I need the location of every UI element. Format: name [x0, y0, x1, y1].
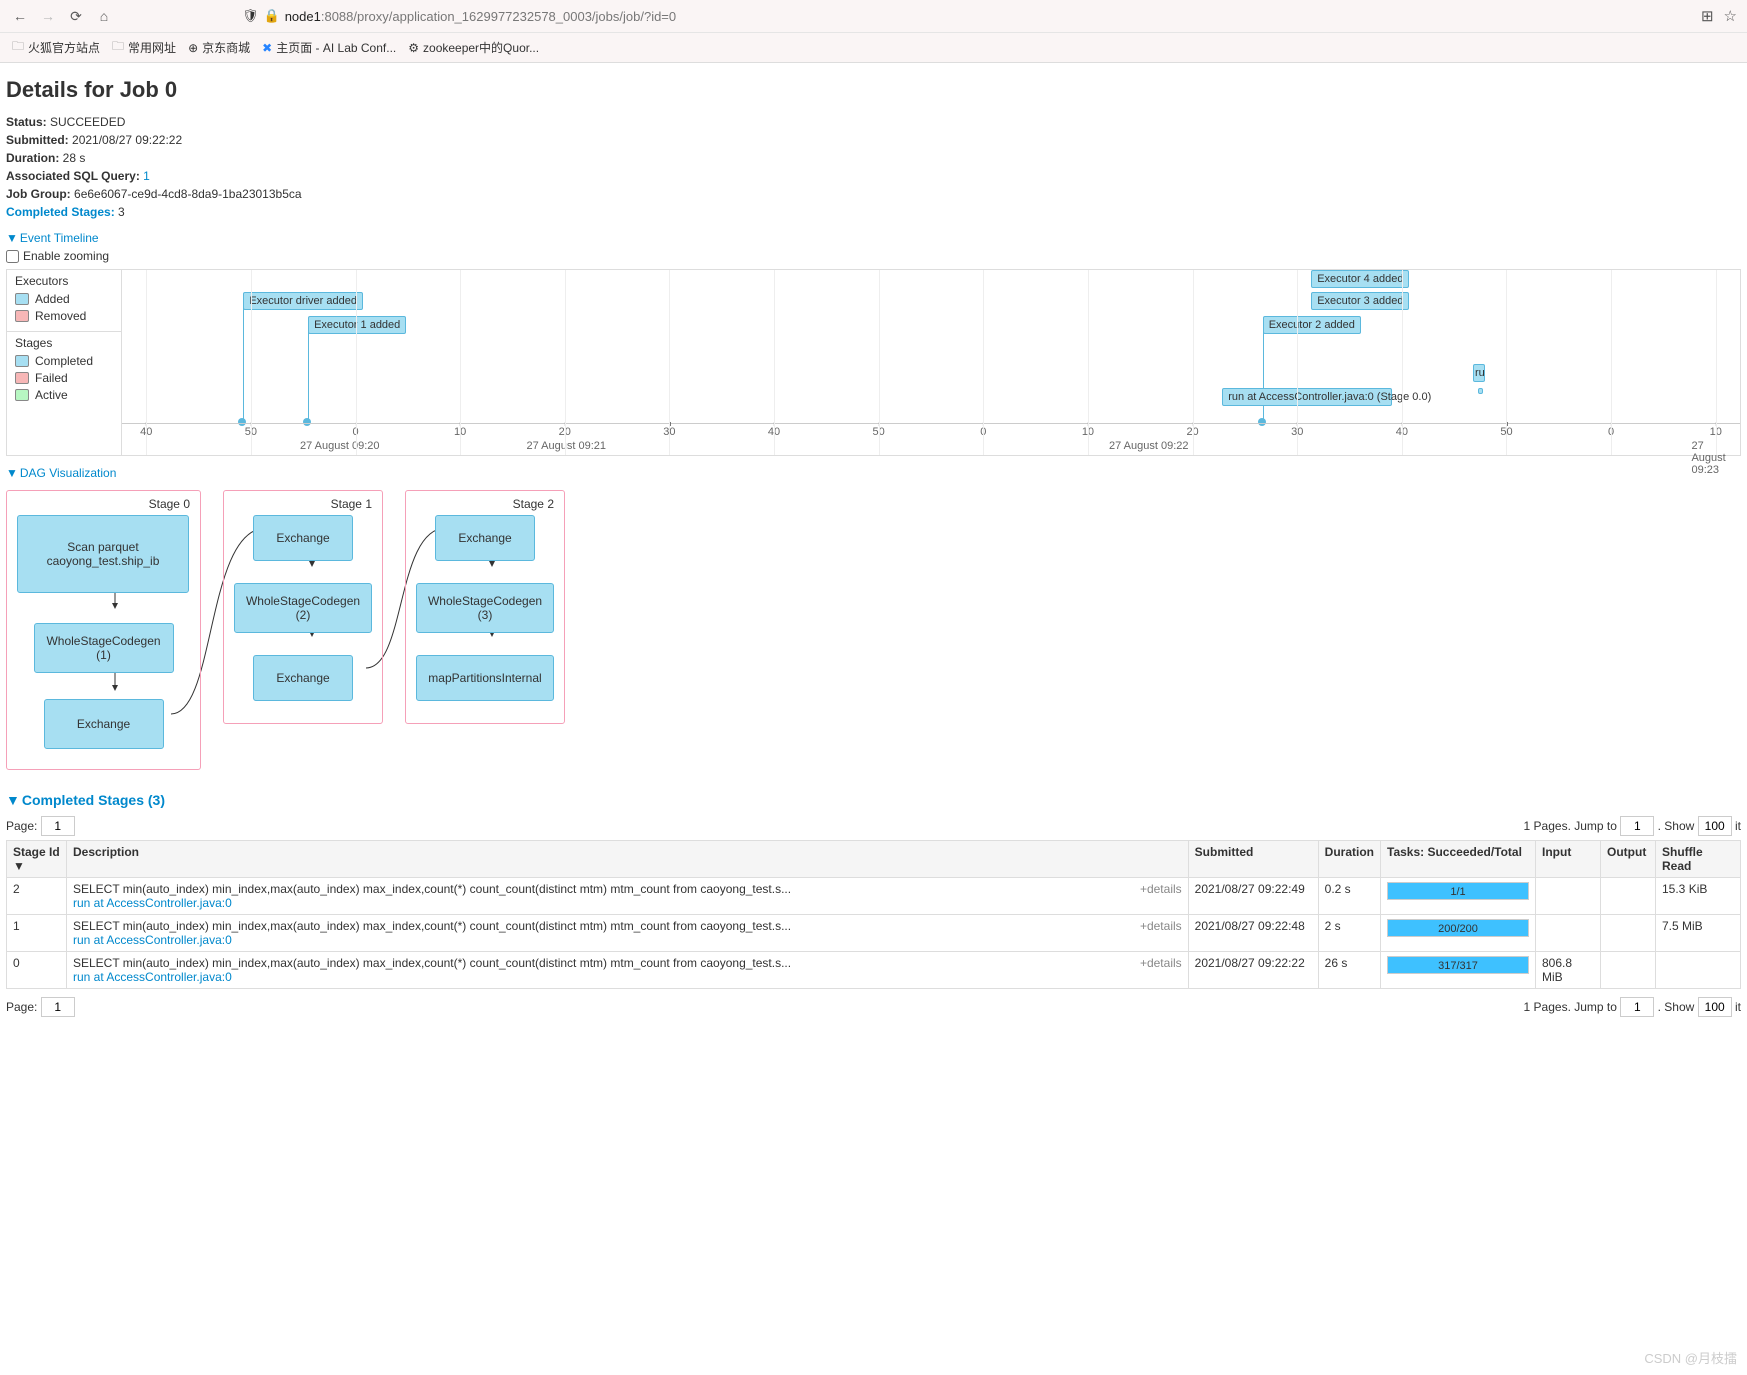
pager-bottom: Page: 1 Pages. Jump to . Show it	[6, 997, 1741, 1017]
zookeeper-icon: ⚙	[408, 41, 419, 55]
jump-input[interactable]	[1620, 997, 1654, 1017]
page-title: Details for Job 0	[6, 77, 1741, 103]
dag-stage-1[interactable]: Stage 1 Exchange WholeStageCodegen (2) E…	[223, 490, 383, 724]
table-row: 1SELECT min(auto_index) min_index,max(au…	[7, 915, 1741, 952]
col-output[interactable]: Output	[1601, 841, 1656, 878]
back-icon[interactable]: ←	[10, 6, 30, 26]
timeline-stage[interactable]: run at AccessController.java:0 (Stage 0.…	[1222, 388, 1392, 406]
browser-chrome: ← → ⟳ ⌂ 🛡 🔒 node1 :8088/proxy/applicatio…	[0, 0, 1747, 33]
job-metadata: Status: SUCCEEDED Submitted: 2021/08/27 …	[6, 113, 1741, 221]
table-row: 2SELECT min(auto_index) min_index,max(au…	[7, 878, 1741, 915]
dag-stage-2[interactable]: Stage 2 Exchange WholeStageCodegen (3) m…	[405, 490, 565, 724]
timeline: Executors Added Removed Stages Completed…	[6, 269, 1741, 456]
watermark: CSDN @月枝擂	[1644, 1348, 1737, 1367]
dag-op[interactable]: Exchange	[253, 655, 353, 701]
removed-swatch	[15, 310, 29, 322]
dag-viz-toggle[interactable]: ▼DAG Visualization	[6, 466, 116, 480]
page-input[interactable]	[41, 997, 75, 1017]
url-path: :8088/proxy/application_1629977232578_00…	[321, 9, 676, 24]
bookmarks-bar: 🗀火狐官方站点 🗀常用网址 ⊕京东商城 ✖主页面 - AI Lab Conf..…	[0, 33, 1747, 63]
col-tasks[interactable]: Tasks: Succeeded/Total	[1381, 841, 1536, 878]
event-timeline-toggle[interactable]: ▼Event Timeline	[6, 231, 99, 245]
folder-icon: 🗀	[12, 37, 24, 58]
dag-op[interactable]: WholeStageCodegen (1)	[34, 623, 174, 673]
show-input[interactable]	[1698, 816, 1732, 836]
dag-op[interactable]: Scan parquet caoyong_test.ship_ib	[17, 515, 189, 593]
task-progress: 1/1	[1387, 882, 1529, 900]
sql-query-link[interactable]: 1	[143, 169, 150, 183]
details-toggle[interactable]: +details	[1140, 956, 1182, 970]
caret-down-icon: ▼	[6, 466, 18, 480]
confluence-icon: ✖	[262, 41, 272, 55]
stage-run-link[interactable]: run at AccessController.java:0	[73, 970, 232, 984]
show-input[interactable]	[1698, 997, 1732, 1017]
dag-op[interactable]: Exchange	[435, 515, 535, 561]
failed-swatch	[15, 372, 29, 384]
bookmark-item[interactable]: 🗀常用网址	[112, 37, 176, 58]
reload-icon[interactable]: ⟳	[66, 6, 86, 26]
completed-stages-link[interactable]: Completed Stages:	[6, 205, 115, 219]
task-progress: 317/317	[1387, 956, 1529, 974]
bookmark-item[interactable]: 🗀火狐官方站点	[12, 37, 100, 58]
caret-down-icon: ▼	[6, 231, 18, 245]
dag-op[interactable]: WholeStageCodegen (2)	[234, 583, 372, 633]
jump-input[interactable]	[1620, 816, 1654, 836]
lock-icon: 🔒	[264, 8, 280, 24]
task-progress: 200/200	[1387, 919, 1529, 937]
dag-visualization: Stage 0 Scan parquet caoyong_test.ship_i…	[6, 490, 1741, 770]
stages-table: Stage Id ▼ Description Submitted Duratio…	[6, 840, 1741, 989]
col-description[interactable]: Description	[67, 841, 1189, 878]
home-icon[interactable]: ⌂	[94, 6, 114, 26]
dag-stage-0[interactable]: Stage 0 Scan parquet caoyong_test.ship_i…	[6, 490, 201, 770]
stage-run-link[interactable]: run at AccessController.java:0	[73, 933, 232, 947]
completed-swatch	[15, 355, 29, 367]
timeline-event[interactable]: Executor 2 added	[1263, 316, 1361, 334]
bookmark-item[interactable]: ⊕京东商城	[188, 39, 250, 56]
col-submitted[interactable]: Submitted	[1188, 841, 1318, 878]
star-icon[interactable]: ☆	[1724, 7, 1737, 25]
dag-op[interactable]: Exchange	[253, 515, 353, 561]
col-duration[interactable]: Duration	[1318, 841, 1380, 878]
col-input[interactable]: Input	[1536, 841, 1601, 878]
bookmark-item[interactable]: ⚙zookeeper中的Quor...	[408, 39, 539, 56]
dag-op[interactable]: WholeStageCodegen (3)	[416, 583, 554, 633]
url-host: node1	[285, 9, 321, 24]
stage-run-link[interactable]: run at AccessController.java:0	[73, 896, 232, 910]
forward-icon[interactable]: →	[38, 6, 58, 26]
dag-op[interactable]: mapPartitionsInternal	[416, 655, 554, 701]
pager-top: Page: 1 Pages. Jump to . Show it	[6, 816, 1741, 836]
timeline-event[interactable]: Executor 4 added	[1311, 270, 1409, 288]
details-toggle[interactable]: +details	[1140, 882, 1182, 896]
folder-icon: 🗀	[112, 37, 124, 58]
timeline-stage[interactable]	[1478, 388, 1483, 394]
active-swatch	[15, 389, 29, 401]
table-row: 0SELECT min(auto_index) min_index,max(au…	[7, 952, 1741, 989]
timeline-event[interactable]: Executor driver added	[243, 292, 363, 310]
details-toggle[interactable]: +details	[1140, 919, 1182, 933]
url-bar[interactable]: 🛡 🔒 node1 :8088/proxy/application_162997…	[242, 8, 1701, 24]
page-input[interactable]	[41, 816, 75, 836]
timeline-event[interactable]: Executor 1 added	[308, 316, 406, 334]
qr-icon[interactable]: ⊞	[1701, 7, 1714, 25]
enable-zooming-checkbox[interactable]	[6, 250, 19, 263]
shield-icon: 🛡	[242, 8, 259, 24]
col-shuffle-read[interactable]: Shuffle Read	[1656, 841, 1741, 878]
completed-stages-toggle[interactable]: ▼Completed Stages (3)	[6, 792, 165, 808]
bookmark-item[interactable]: ✖主页面 - AI Lab Conf...	[262, 39, 396, 56]
timeline-event[interactable]: Executor 3 added	[1311, 292, 1409, 310]
added-swatch	[15, 293, 29, 305]
globe-icon: ⊕	[188, 41, 198, 55]
timeline-stage[interactable]: ru	[1473, 364, 1485, 382]
caret-down-icon: ▼	[6, 792, 20, 808]
col-stage-id[interactable]: Stage Id ▼	[7, 841, 67, 878]
dag-op[interactable]: Exchange	[44, 699, 164, 749]
